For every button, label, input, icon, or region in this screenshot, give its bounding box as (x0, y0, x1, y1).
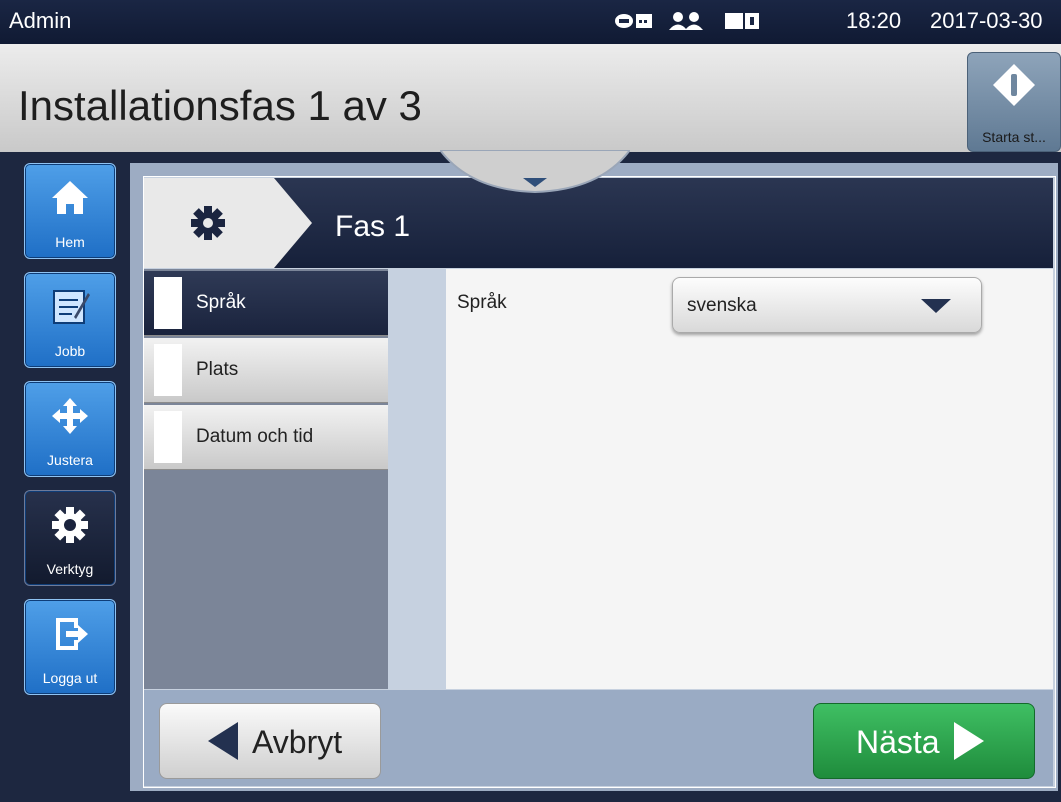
step-label: Språk (196, 292, 246, 313)
page-title: Installationsfas 1 av 3 (18, 82, 422, 129)
nav-home-button[interactable]: Hem (24, 163, 116, 259)
next-label: Nästa (856, 724, 940, 760)
step-gutter (388, 269, 446, 689)
nav-jobs-label: Jobb (54, 343, 86, 359)
user-name: Admin (9, 8, 72, 33)
arrow-left-icon (208, 722, 238, 760)
link-status-icon (615, 14, 652, 28)
start-print-label: Starta st... (982, 129, 1046, 145)
chevron-down-icon (921, 299, 951, 313)
language-select[interactable]: svenska (672, 277, 982, 333)
phase-gear-icon (191, 206, 225, 240)
cancel-button[interactable]: Avbryt (159, 703, 381, 779)
clock-time: 18:20 (846, 8, 902, 33)
phase-chevron (144, 178, 312, 268)
nav-home-label: Hem (55, 234, 85, 250)
logout-icon (56, 618, 88, 650)
nav-jobs-button[interactable]: Jobb (24, 272, 116, 368)
home-icon (52, 181, 88, 214)
step-item-language[interactable]: Språk (144, 271, 388, 336)
nav-tools-button[interactable]: Verktyg (24, 490, 116, 586)
language-select-value: svenska (687, 295, 757, 316)
nav-adjust-button[interactable]: Justera (24, 381, 116, 477)
printer-status-icon (725, 13, 759, 29)
step-label: Plats (196, 359, 239, 380)
nav-adjust-label: Justera (47, 452, 93, 468)
language-field-label: Språk (457, 292, 507, 313)
clock-date: 2017-03-30 (930, 8, 1043, 33)
step-indicator (154, 277, 182, 329)
phase-title: Fas 1 (335, 210, 411, 243)
start-diamond-icon (993, 64, 1035, 106)
cancel-label: Avbryt (252, 724, 343, 760)
move-icon (52, 398, 88, 434)
start-print-button[interactable]: Starta st... (967, 52, 1061, 152)
job-icon (53, 290, 90, 324)
step-indicator (154, 344, 182, 396)
step-item-location[interactable]: Plats (144, 338, 388, 403)
step-item-date-time[interactable]: Datum och tid (144, 405, 388, 470)
next-button[interactable]: Nästa (813, 703, 1035, 779)
expand-header-tab[interactable] (440, 150, 630, 194)
step-indicator (154, 411, 182, 463)
nav-tools-label: Verktyg (46, 561, 94, 577)
status-bar: Admin 18:20 2017-03-30 (0, 0, 1061, 44)
gear-icon (52, 507, 88, 543)
users-icon (669, 12, 703, 30)
step-label: Datum och tid (196, 426, 314, 447)
arrow-right-icon (954, 722, 984, 760)
nav-logout-label: Logga ut (42, 670, 98, 686)
title-band: Installationsfas 1 av 3 (0, 44, 1061, 152)
nav-logout-button[interactable]: Logga ut (24, 599, 116, 695)
